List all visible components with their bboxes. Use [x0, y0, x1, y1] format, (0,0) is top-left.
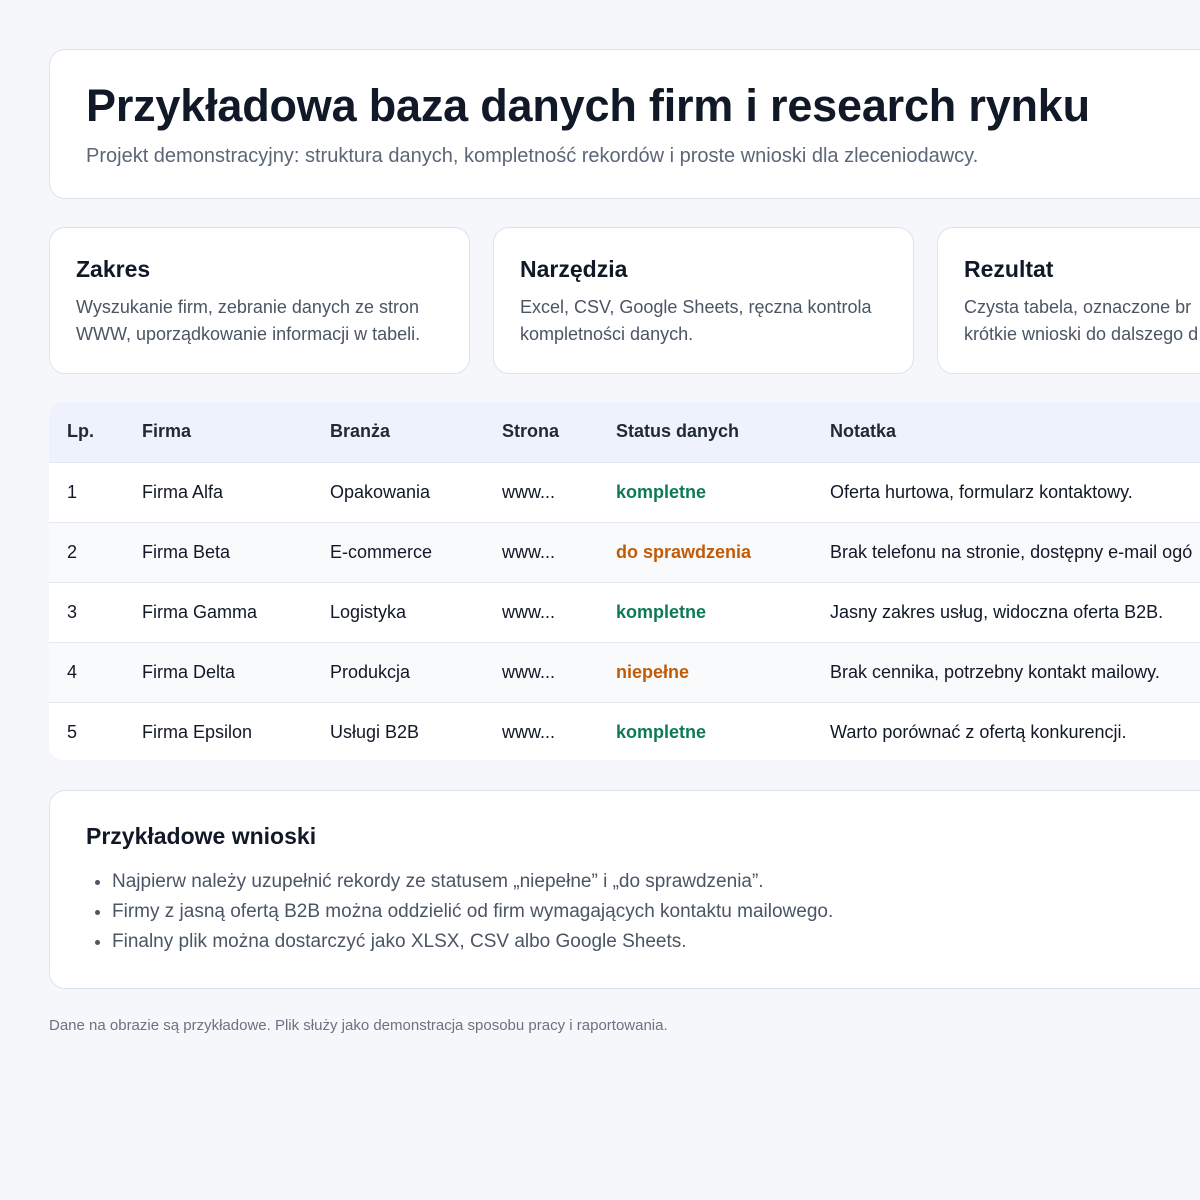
list-item: Finalny plik można dostarczyć jako XLSX,…	[112, 927, 1192, 957]
cell-firma: Firma Delta	[142, 661, 236, 682]
table-header-row: Lp. Firma Branża Strona Status danych No…	[49, 402, 1200, 462]
info-card-line: WWW, uporządkowanie informacji w tabeli.	[76, 324, 421, 344]
cell-branza: Usługi B2B	[330, 721, 420, 742]
info-card-line: Wyszukanie firm, zebranie danych ze stro…	[76, 297, 419, 317]
table-row[interactable]: 2 Firma Beta E-commerce www... do sprawd…	[49, 522, 1200, 582]
page-title: Przykładowa baza danych firm i research …	[86, 80, 1090, 131]
cell-firma: Firma Beta	[142, 541, 231, 562]
status-badge: kompletne	[616, 601, 707, 622]
info-card-scope: Zakres Wyszukanie firm, zebranie danych …	[49, 227, 470, 374]
column-header-status[interactable]: Status danych	[598, 402, 812, 462]
cell-notatka: Warto porównać z ofertą konkurencji.	[830, 721, 1127, 742]
cell-lp: 3	[67, 601, 78, 622]
info-card-text: Czysta tabela, oznaczone br krótkie wnio…	[964, 294, 1199, 348]
status-badge: kompletne	[616, 481, 707, 502]
cell-lp: 2	[67, 541, 78, 562]
cell-notatka: Jasny zakres usług, widoczna oferta B2B.	[830, 601, 1164, 622]
info-card-line: kompletności danych.	[520, 324, 694, 344]
companies-table: Lp. Firma Branża Strona Status danych No…	[49, 402, 1200, 760]
cell-branza: Logistyka	[330, 601, 407, 622]
table-row[interactable]: 4 Firma Delta Produkcja www... niepełne …	[49, 642, 1200, 702]
cell-branza: Opakowania	[330, 481, 431, 502]
info-card-line: Czysta tabela, oznaczone br	[964, 297, 1192, 317]
info-card-text: Excel, CSV, Google Sheets, ręczna kontro…	[520, 294, 887, 348]
footer-note: Dane na obrazie są przykładowe. Plik słu…	[49, 1017, 668, 1034]
table-row[interactable]: 1 Firma Alfa Opakowania www... kompletne…	[49, 462, 1200, 522]
conclusions-list: Najpierw należy uzupełnić rekordy ze sta…	[86, 867, 1192, 957]
info-card-title: Rezultat	[964, 256, 1054, 282]
cell-strona[interactable]: www...	[484, 522, 598, 582]
cell-notatka: Brak cennika, potrzebny kontakt mailowy.	[830, 661, 1160, 682]
info-card-title: Narzędzia	[520, 256, 628, 282]
cell-branza: Produkcja	[330, 661, 411, 682]
list-item: Najpierw należy uzupełnić rekordy ze sta…	[112, 867, 1192, 897]
cell-notatka: Oferta hurtowa, formularz kontaktowy.	[830, 481, 1133, 502]
info-card-tools: Narzędzia Excel, CSV, Google Sheets, ręc…	[493, 227, 914, 374]
column-header-lp[interactable]: Lp.	[49, 402, 124, 462]
cell-strona[interactable]: www...	[484, 702, 598, 760]
info-card-result: Rezultat Czysta tabela, oznaczone br kró…	[937, 227, 1200, 374]
cell-firma: Firma Gamma	[142, 601, 258, 622]
info-card-title: Zakres	[76, 256, 151, 282]
companies-table-container: Lp. Firma Branża Strona Status danych No…	[49, 402, 1200, 760]
status-badge: niepełne	[616, 661, 690, 682]
info-card-line: krótkie wnioski do dalszego d	[964, 324, 1199, 344]
header-card: Przykładowa baza danych firm i research …	[49, 49, 1200, 199]
table-row[interactable]: 3 Firma Gamma Logistyka www... kompletne…	[49, 582, 1200, 642]
cell-firma: Firma Alfa	[142, 481, 224, 502]
cell-notatka: Brak telefonu na stronie, dostępny e-mai…	[830, 541, 1193, 562]
cell-strona[interactable]: www...	[484, 582, 598, 642]
column-header-notatka[interactable]: Notatka	[812, 402, 1200, 462]
list-item: Firmy z jasną ofertą B2B można oddzielić…	[112, 897, 1192, 927]
column-header-branza[interactable]: Branża	[312, 402, 484, 462]
column-header-firma[interactable]: Firma	[124, 402, 312, 462]
info-card-line: Excel, CSV, Google Sheets, ręczna kontro…	[520, 297, 872, 317]
cell-lp: 4	[67, 661, 78, 682]
cell-lp: 5	[67, 721, 78, 742]
cell-strona[interactable]: www...	[484, 642, 598, 702]
conclusions-title: Przykładowe wnioski	[86, 823, 317, 849]
cell-lp: 1	[67, 481, 78, 502]
page-subtitle: Projekt demonstracyjny: struktura danych…	[86, 145, 979, 167]
table-row[interactable]: 5 Firma Epsilon Usługi B2B www... komple…	[49, 702, 1200, 760]
column-header-strona[interactable]: Strona	[484, 402, 598, 462]
status-badge: kompletne	[616, 721, 707, 742]
status-badge: do sprawdzenia	[616, 541, 752, 562]
conclusions-card: Przykładowe wnioski Najpierw należy uzup…	[49, 790, 1200, 989]
cell-branza: E-commerce	[330, 541, 433, 562]
info-card-text: Wyszukanie firm, zebranie danych ze stro…	[76, 294, 443, 348]
cell-strona[interactable]: www...	[484, 462, 598, 522]
cell-firma: Firma Epsilon	[142, 721, 253, 742]
